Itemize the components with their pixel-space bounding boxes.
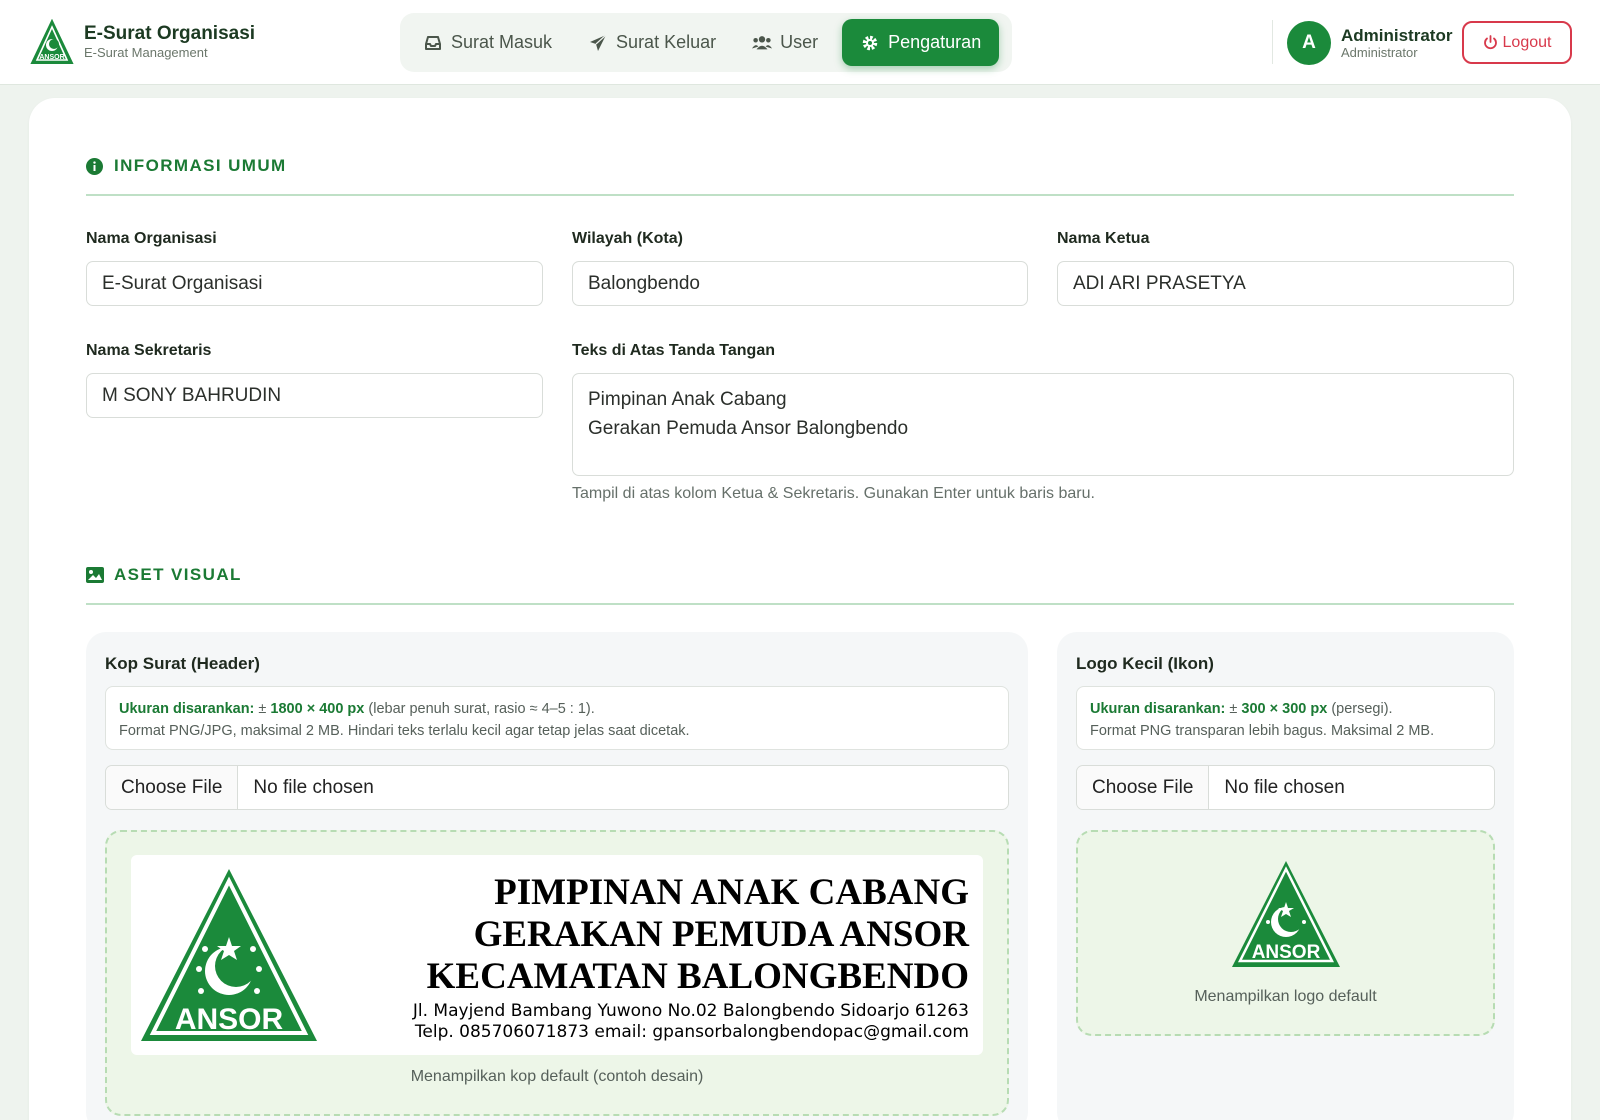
- send-icon: [588, 33, 608, 53]
- top-bar: ANSOR E-Surat Organisasi E-Surat Managem…: [0, 0, 1600, 85]
- choose-file-button[interactable]: Choose File: [106, 766, 239, 809]
- info-icon: [86, 158, 104, 176]
- kop-line-3: KECAMATAN BALONGBENDO: [426, 956, 969, 997]
- teks-ttd-label: Teks di Atas Tanda Tangan: [572, 342, 775, 359]
- logo-preview-caption: Menampilkan logo default: [1194, 988, 1377, 1005]
- main-nav: Surat Masuk Surat Keluar User Pengaturan: [400, 13, 1012, 72]
- app-subtitle: E-Surat Management: [84, 45, 208, 60]
- kop-file-input[interactable]: Choose File No file chosen: [105, 765, 1009, 810]
- kop-preview-image: ANSOR PIMPINAN ANAK CABANG GERAKAN PEMUD…: [131, 855, 983, 1055]
- nav-label: Surat Masuk: [451, 32, 553, 52]
- user-name: Administrator: [1341, 25, 1453, 45]
- size-note: (lebar penuh surat, rasio ≈ 4–5 : 1).: [368, 701, 595, 717]
- nama-ketua-input[interactable]: ADI ARI PRASETYA: [1057, 261, 1514, 306]
- nav-label: Surat Keluar: [616, 32, 717, 52]
- size-value: 1800 × 400 px: [270, 701, 365, 717]
- image-icon: [86, 567, 104, 585]
- wilayah-label: Wilayah (Kota): [572, 230, 683, 247]
- file-status: No file chosen: [253, 776, 374, 798]
- ansor-logo-icon: ANSOR: [30, 19, 74, 64]
- choose-file-button[interactable]: Choose File: [1077, 766, 1210, 809]
- svg-text:ANSOR: ANSOR: [39, 54, 64, 61]
- kop-preview-caption: Menampilkan kop default (contoh desain): [410, 1068, 704, 1085]
- logout-label: Logout: [1502, 33, 1552, 51]
- size-prefix: ±: [258, 701, 267, 717]
- logo-size-info: Ukuran disarankan: ± 300 × 300 px (perse…: [1076, 686, 1495, 750]
- format-note: Format PNG/JPG, maksimal 2 MB. Hindari t…: [119, 723, 690, 739]
- nama-ketua-label: Nama Ketua: [1057, 230, 1150, 247]
- nav-user[interactable]: User: [734, 19, 836, 66]
- nama-organisasi-label: Nama Organisasi: [86, 230, 217, 247]
- section-informasi-umum: INFORMASI UMUM: [86, 156, 1514, 196]
- app-title: E-Surat Organisasi: [84, 23, 256, 44]
- size-value: 300 × 300 px: [1241, 701, 1328, 717]
- logo-file-input[interactable]: Choose File No file chosen: [1076, 765, 1495, 810]
- kop-contact: Telp. 085706071873 email: gpansorbalongb…: [414, 1022, 969, 1042]
- section-title: INFORMASI UMUM: [114, 156, 287, 175]
- gear-icon: [860, 33, 880, 53]
- size-label: Ukuran disarankan:: [1090, 701, 1226, 717]
- nav-label: Pengaturan: [888, 32, 982, 52]
- kop-surat-title: Kop Surat (Header): [105, 654, 260, 673]
- logo-kecil-title: Logo Kecil (Ikon): [1076, 654, 1214, 673]
- nav-label: User: [780, 32, 819, 52]
- power-icon: [1483, 35, 1498, 50]
- user-role: Administrator: [1341, 44, 1418, 60]
- user-profile[interactable]: A Administrator Administrator: [1287, 21, 1452, 65]
- kop-size-info: Ukuran disarankan: ± 1800 × 400 px (leba…: [105, 686, 1009, 750]
- teks-ttd-hint: Tampil di atas kolom Ketua & Sekretaris.…: [572, 485, 1095, 502]
- nav-pengaturan[interactable]: Pengaturan: [842, 19, 1000, 66]
- inbox-icon: [423, 33, 443, 53]
- size-note: (persegi).: [1331, 701, 1393, 717]
- nama-sekretaris-input[interactable]: M SONY BAHRUDIN: [86, 373, 543, 418]
- kop-address: Jl. Mayjend Bambang Yuwono No.02 Balongb…: [412, 1001, 969, 1021]
- nama-sekretaris-label: Nama Sekretaris: [86, 342, 212, 359]
- avatar: A: [1287, 21, 1331, 65]
- nama-organisasi-input[interactable]: E-Surat Organisasi: [86, 261, 543, 306]
- brand[interactable]: ANSOR E-Surat Organisasi E-Surat Managem…: [30, 19, 255, 65]
- nav-surat-keluar[interactable]: Surat Keluar: [570, 19, 734, 66]
- svg-text:ANSOR: ANSOR: [175, 1003, 284, 1036]
- svg-text:ANSOR: ANSOR: [1252, 942, 1321, 963]
- section-title: ASET VISUAL: [114, 565, 242, 584]
- ansor-logo-icon: ANSOR: [141, 869, 317, 1041]
- section-aset-visual: ASET VISUAL: [86, 565, 1514, 605]
- wilayah-input[interactable]: Balongbendo: [572, 261, 1028, 306]
- size-prefix: ±: [1229, 701, 1238, 717]
- kop-line-1: PIMPINAN ANAK CABANG: [494, 872, 969, 913]
- size-label: Ukuran disarankan:: [119, 701, 255, 717]
- nav-surat-masuk[interactable]: Surat Masuk: [405, 19, 570, 66]
- teks-ttd-textarea[interactable]: Pimpinan Anak Cabang Gerakan Pemuda Anso…: [572, 373, 1514, 476]
- file-status: No file chosen: [1224, 776, 1345, 798]
- logout-button[interactable]: Logout: [1462, 21, 1572, 64]
- format-note: Format PNG transparan lebih bagus. Maksi…: [1090, 723, 1435, 739]
- kop-line-2: GERAKAN PEMUDA ANSOR: [473, 914, 969, 955]
- divider: [1272, 20, 1273, 64]
- users-icon: [752, 33, 773, 53]
- ansor-logo-icon: ANSOR: [1232, 861, 1340, 967]
